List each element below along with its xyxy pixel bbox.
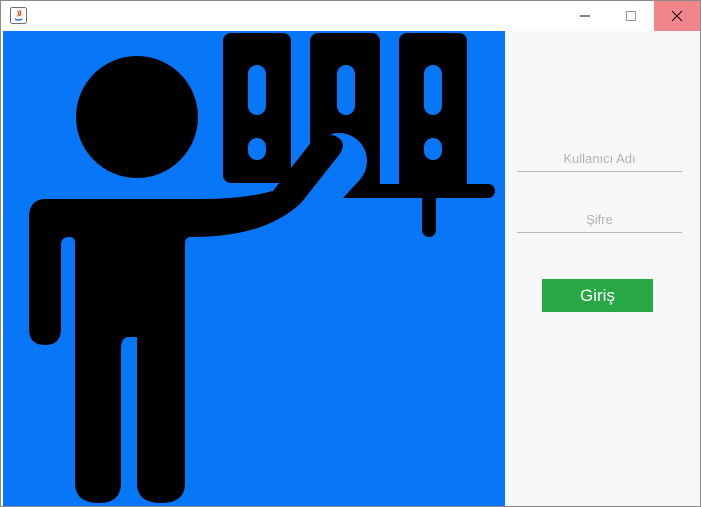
window-content: Kullanıcı Adı Şifre Giriş	[1, 31, 700, 506]
minimize-button[interactable]	[562, 1, 608, 31]
minimize-icon	[580, 15, 590, 17]
java-app-icon	[10, 7, 27, 24]
close-button[interactable]	[654, 1, 700, 31]
password-field[interactable]: Şifre	[517, 208, 682, 233]
teacher-pointing-at-books-icon	[29, 33, 495, 503]
title-bar[interactable]	[1, 1, 700, 31]
username-field[interactable]: Kullanıcı Adı	[517, 147, 682, 172]
maximize-button[interactable]	[608, 1, 654, 31]
hero-image-panel	[3, 31, 505, 506]
close-icon	[672, 11, 682, 21]
login-button[interactable]: Giriş	[542, 279, 653, 312]
login-panel: Kullanıcı Adı Şifre Giriş	[505, 31, 700, 506]
app-window: Kullanıcı Adı Şifre Giriş	[0, 0, 701, 507]
maximize-icon	[626, 11, 636, 21]
